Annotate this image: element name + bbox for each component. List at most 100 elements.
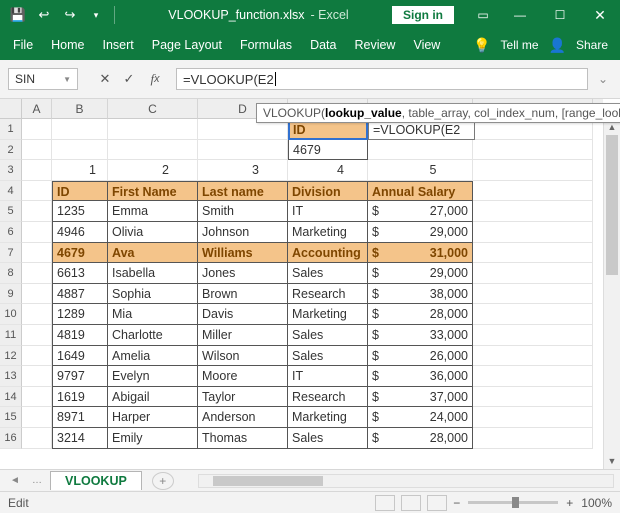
tab-home[interactable]: Home bbox=[42, 30, 93, 60]
table-header-first[interactable]: First Name bbox=[108, 181, 198, 202]
cell-last-name[interactable]: Smith bbox=[198, 201, 288, 222]
scrollbar-thumb[interactable] bbox=[606, 135, 618, 275]
cell-last-name[interactable]: Jones bbox=[198, 263, 288, 284]
cell-salary[interactable]: $27,000 bbox=[368, 201, 473, 222]
table-row[interactable]: 4679AvaWilliamsAccounting$31,000 bbox=[22, 243, 603, 264]
enter-formula-icon[interactable]: ✓ bbox=[118, 68, 140, 90]
cell-first-name[interactable]: Mia bbox=[108, 304, 198, 325]
row-header[interactable]: 4 bbox=[0, 181, 22, 202]
cell-division[interactable]: Marketing bbox=[288, 222, 368, 243]
cell-id[interactable]: 1649 bbox=[52, 346, 108, 367]
insert-function-icon[interactable]: fx bbox=[144, 68, 166, 90]
zoom-in-icon[interactable]: + bbox=[566, 496, 573, 510]
new-sheet-button[interactable]: + bbox=[152, 472, 174, 490]
lookup-id-cell[interactable]: 4679 bbox=[288, 140, 368, 161]
cell-salary[interactable]: $33,000 bbox=[368, 325, 473, 346]
cell-division[interactable]: Accounting bbox=[288, 243, 368, 264]
row-header[interactable]: 12 bbox=[0, 346, 22, 367]
cell-salary[interactable]: $36,000 bbox=[368, 366, 473, 387]
col-index[interactable]: 3 bbox=[198, 160, 288, 181]
cell-division[interactable]: Sales bbox=[288, 325, 368, 346]
cell-id[interactable]: 6613 bbox=[52, 263, 108, 284]
cell-id[interactable]: 4819 bbox=[52, 325, 108, 346]
cell-id[interactable]: 1619 bbox=[52, 387, 108, 408]
table-header-last[interactable]: Last name bbox=[198, 181, 288, 202]
row-header[interactable]: 3 bbox=[0, 160, 22, 181]
cell-first-name[interactable]: Ava bbox=[108, 243, 198, 264]
cell-last-name[interactable]: Davis bbox=[198, 304, 288, 325]
expand-formula-bar-icon[interactable]: ⌄ bbox=[594, 72, 612, 86]
row-header[interactable]: 8 bbox=[0, 263, 22, 284]
table-row[interactable]: 9797EvelynMooreIT$36,000 bbox=[22, 366, 603, 387]
cell-salary[interactable]: $28,000 bbox=[368, 304, 473, 325]
cell-id[interactable]: 1235 bbox=[52, 201, 108, 222]
col-index[interactable]: 4 bbox=[288, 160, 368, 181]
tab-review[interactable]: Review bbox=[345, 30, 404, 60]
table-header-id[interactable]: ID bbox=[52, 181, 108, 202]
cell-first-name[interactable]: Isabella bbox=[108, 263, 198, 284]
cell-division[interactable]: Research bbox=[288, 387, 368, 408]
cell-division[interactable]: Research bbox=[288, 284, 368, 305]
cell-salary[interactable]: $37,000 bbox=[368, 387, 473, 408]
share-label[interactable]: Share bbox=[576, 38, 608, 52]
row-header[interactable]: 15 bbox=[0, 407, 22, 428]
col-index[interactable]: 2 bbox=[108, 160, 198, 181]
cell-first-name[interactable]: Evelyn bbox=[108, 366, 198, 387]
share-icon[interactable]: 👤 bbox=[549, 37, 566, 54]
table-row[interactable]: 8971HarperAndersonMarketing$24,000 bbox=[22, 407, 603, 428]
row-header[interactable]: 14 bbox=[0, 387, 22, 408]
table-header-salary[interactable]: Annual Salary bbox=[368, 181, 473, 202]
table-row[interactable]: 1289MiaDavisMarketing$28,000 bbox=[22, 304, 603, 325]
cell-id[interactable]: 3214 bbox=[52, 428, 108, 449]
col-header[interactable]: A bbox=[22, 99, 52, 119]
cell-salary[interactable]: $28,000 bbox=[368, 428, 473, 449]
normal-view-icon[interactable] bbox=[375, 495, 395, 511]
name-box-dropdown-icon[interactable]: ▼ bbox=[63, 75, 71, 84]
cell-last-name[interactable]: Williams bbox=[198, 243, 288, 264]
save-icon[interactable]: 💾 bbox=[6, 3, 30, 27]
cell-salary[interactable]: $38,000 bbox=[368, 284, 473, 305]
horizontal-scrollbar[interactable] bbox=[198, 474, 614, 488]
row-header[interactable]: 2 bbox=[0, 140, 22, 161]
cell-first-name[interactable]: Olivia bbox=[108, 222, 198, 243]
sheet-nav-prev-icon[interactable]: ◄ bbox=[6, 475, 24, 486]
row-header[interactable]: 5 bbox=[0, 201, 22, 222]
cell-last-name[interactable]: Brown bbox=[198, 284, 288, 305]
redo-icon[interactable]: ↪ bbox=[58, 3, 82, 27]
tab-file[interactable]: File bbox=[4, 30, 42, 60]
close-button[interactable]: ✕ bbox=[580, 0, 620, 30]
cell-salary[interactable]: $29,000 bbox=[368, 263, 473, 284]
formula-input[interactable]: =VLOOKUP(E2 bbox=[176, 68, 588, 90]
cell-salary[interactable]: $31,000 bbox=[368, 243, 473, 264]
name-box[interactable]: SIN ▼ bbox=[8, 68, 78, 90]
qat-customize-icon[interactable]: ▾ bbox=[84, 3, 108, 27]
cell-id[interactable]: 4887 bbox=[52, 284, 108, 305]
cell-last-name[interactable]: Wilson bbox=[198, 346, 288, 367]
cell-id[interactable]: 4946 bbox=[52, 222, 108, 243]
worksheet-grid[interactable]: A B C D E F G 12345678910111213141516 ID… bbox=[0, 99, 620, 469]
cell-last-name[interactable]: Taylor bbox=[198, 387, 288, 408]
cell-division[interactable]: Sales bbox=[288, 346, 368, 367]
cell-last-name[interactable]: Miller bbox=[198, 325, 288, 346]
cell-division[interactable]: Marketing bbox=[288, 304, 368, 325]
table-row[interactable]: 1619AbigailTaylorResearch$37,000 bbox=[22, 387, 603, 408]
sign-in-button[interactable]: Sign in bbox=[392, 6, 454, 24]
cell-last-name[interactable]: Thomas bbox=[198, 428, 288, 449]
table-row[interactable]: 6613IsabellaJonesSales$29,000 bbox=[22, 263, 603, 284]
vertical-scrollbar[interactable]: ▲ ▼ bbox=[603, 119, 620, 469]
cells-area[interactable]: ID Annual Salary 4679 1 2 3 4 5 ID First… bbox=[22, 119, 603, 469]
row-header[interactable]: 13 bbox=[0, 366, 22, 387]
cell-first-name[interactable]: Charlotte bbox=[108, 325, 198, 346]
row-header[interactable]: 11 bbox=[0, 325, 22, 346]
cell-division[interactable]: IT bbox=[288, 366, 368, 387]
cell-first-name[interactable]: Emily bbox=[108, 428, 198, 449]
cell-id[interactable]: 9797 bbox=[52, 366, 108, 387]
sheet-tab-active[interactable]: VLOOKUP bbox=[50, 471, 142, 490]
col-header[interactable]: C bbox=[108, 99, 198, 119]
zoom-level[interactable]: 100% bbox=[581, 496, 612, 510]
cell-last-name[interactable]: Moore bbox=[198, 366, 288, 387]
row-header[interactable]: 16 bbox=[0, 428, 22, 449]
scroll-down-icon[interactable]: ▼ bbox=[604, 453, 620, 469]
cell-first-name[interactable]: Sophia bbox=[108, 284, 198, 305]
table-row[interactable]: 1649AmeliaWilsonSales$26,000 bbox=[22, 346, 603, 367]
